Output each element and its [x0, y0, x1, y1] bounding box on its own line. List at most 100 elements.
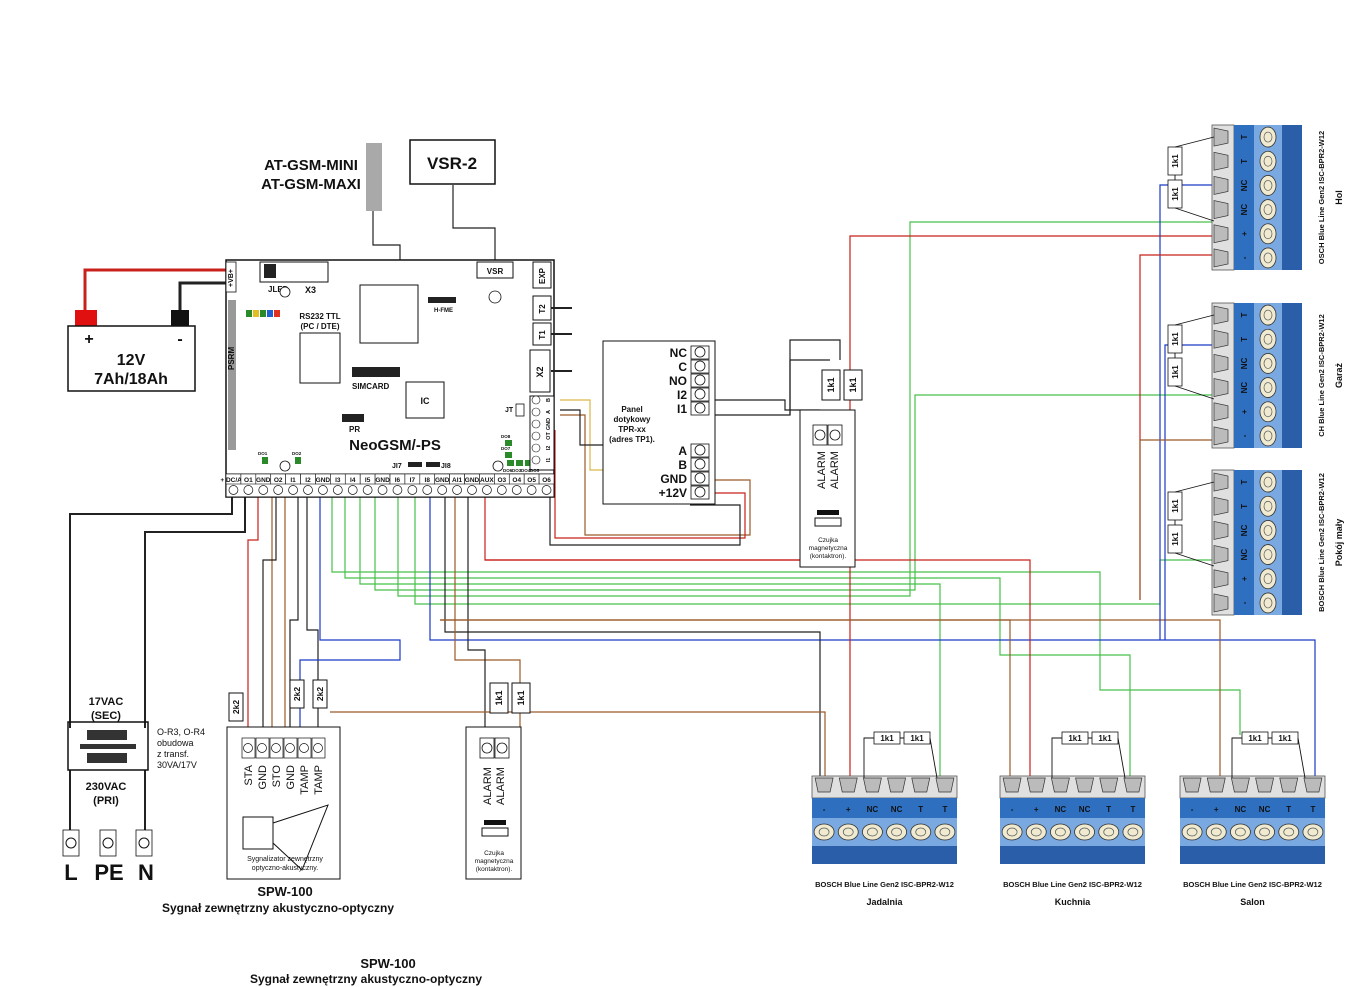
detector-term-label: T [918, 805, 923, 814]
panel-terminal-label: I7 [410, 477, 416, 484]
panel-terminal-label: I4 [350, 477, 356, 484]
detector-term-label: T [1240, 480, 1249, 485]
detector-model: BOSCH Blue Line Gen2 ISC-BPR2-W12 [1317, 473, 1326, 612]
touch-panel-term-screw [694, 472, 706, 484]
panel-terminal-screw [496, 485, 507, 495]
side-terminal-screw [531, 419, 541, 429]
battery-plus: + [84, 331, 93, 348]
panel-terminal-label: O6 [542, 477, 551, 484]
detector-resistor-label: 1k1 [1068, 734, 1082, 743]
detector-screw [1302, 823, 1324, 841]
panel-terminal-label: GND [316, 477, 331, 484]
panel-terminal-screw [422, 485, 433, 495]
detector-term-label: NC [1240, 179, 1249, 191]
panel-terminal-screw [482, 485, 492, 495]
detector-jaw [1182, 777, 1202, 793]
panel-terminal-screw [452, 485, 462, 495]
detector-term-label: NC [891, 805, 903, 814]
siren-term-label: STO [271, 765, 283, 788]
contact-bottom-desc-2: magnetyczna [475, 858, 514, 865]
detector-screw [837, 823, 859, 841]
detector-jaw [1213, 175, 1229, 195]
panel-terminal-screw [526, 485, 537, 495]
t2-label: T2 [538, 304, 547, 314]
panel-terminal-label: GND [465, 477, 480, 484]
touch-panel-term-screw [694, 346, 706, 358]
detector-right: T T NC NC + - CH Blue Line Gen2 ISC-BPR2-W12 Ga… [1167, 302, 1344, 449]
side-terminal-screw [531, 455, 541, 465]
panel-terminal-screw [243, 485, 254, 495]
detector-term-label: T [1240, 504, 1249, 509]
pr-label: PR [349, 425, 360, 434]
panel-terminal-screw [273, 485, 284, 495]
battery-minus: - [177, 331, 182, 348]
vbat-label: +VB+ [228, 269, 235, 287]
panel-terminal-label: GND [375, 477, 390, 484]
detector-base [1000, 846, 1145, 864]
ji8-label: JI8 [441, 463, 451, 470]
panel-terminal-screw [437, 485, 448, 495]
detector-term-label: NC [1240, 382, 1249, 394]
detector-screw [1278, 823, 1300, 841]
touch-panel-term-screw [694, 458, 706, 470]
detector-term-label: T [1310, 805, 1315, 814]
detector-jaw [1123, 777, 1143, 793]
detector-screw [1259, 247, 1277, 269]
panel-terminal-label: I2 [305, 477, 311, 484]
touch-panel-term-label: A [678, 444, 687, 458]
siren-term-label: TAMP [299, 765, 311, 795]
transformer: 17VAC (SEC) 230VAC (PRI) O-R3, O-R4 obud… [67, 696, 205, 807]
siren-caption-1: SPW-100 [257, 884, 312, 899]
detector-screw [1259, 495, 1277, 517]
detector-right: T T NC NC + - OSCH Blue Line Gen2 ISC-BPR2-W12… [1167, 124, 1344, 271]
detector-screw [1259, 568, 1277, 590]
siren-term-screw [313, 743, 323, 753]
detector-term-label: NC [1055, 805, 1067, 814]
wiring-diagram: AT-GSM-MINI AT-GSM-MAXI VSR-2 + - 12V 7A… [62, 124, 1344, 986]
detector-jaw [1213, 353, 1229, 373]
detector-jaws [1211, 469, 1235, 616]
bottom-caption-1: SPW-100 [360, 956, 415, 971]
touch-panel-term-label: GND [660, 472, 687, 486]
contact-bottom-alarm-2: ALARM [495, 767, 507, 805]
detector-term-label: NC [1240, 524, 1249, 536]
detector-screw [1259, 199, 1277, 220]
x3-label: X3 [305, 285, 316, 295]
panel-terminal-screw [332, 485, 343, 495]
vsr2-module: VSR-2 [409, 139, 496, 185]
side-terminal-screw [531, 395, 541, 405]
detector-screw [1259, 126, 1277, 148]
detector-jaw [1050, 777, 1070, 793]
detectors-right: T T NC NC + - OSCH Blue Line Gen2 ISC-BPR2-W12… [1167, 124, 1344, 616]
touch-panel-term-label: NO [669, 374, 687, 388]
detector-resistor-label: 1k1 [1171, 532, 1180, 546]
detector-screw [862, 823, 883, 841]
detector-resistor-label: 1k1 [1171, 332, 1180, 346]
detector-jaws [999, 775, 1146, 799]
detector-screw [1259, 304, 1277, 326]
detector-term-label: + [846, 805, 851, 814]
detector-base [812, 846, 957, 864]
touch-panel: NCCNOI2I1 ABGND+12V Panel dotykowy TPR-x… [602, 340, 716, 505]
panel-terminal-label: O3 [497, 477, 506, 484]
detector-screw [1259, 353, 1277, 374]
gsm-label-1: AT-GSM-MINI [264, 157, 358, 174]
touch-panel-term-screw [694, 360, 706, 372]
detector-jaw [1213, 305, 1229, 325]
do-label: DO1 [258, 451, 268, 456]
do-label: DO8 [501, 434, 511, 439]
detector-resistor-label: 1k1 [880, 734, 894, 743]
detector-term-label: NC [1240, 357, 1249, 369]
do-label: DO5 [530, 468, 540, 473]
vsr2-label: VSR-2 [427, 154, 477, 173]
detector-room: Hol [1334, 190, 1344, 205]
exp-label: EXP [538, 267, 547, 284]
touch-panel-term-label: B [678, 458, 687, 472]
detector-jaw [1213, 200, 1229, 220]
contact-top-resistor-1: 1k1 [826, 377, 836, 392]
simcard-label: SIMCARD [352, 382, 390, 391]
antenna-icon [366, 143, 382, 211]
panel-terminal-screw [258, 485, 269, 495]
detector-term-label: T [1106, 805, 1111, 814]
detector-screw [1254, 823, 1275, 841]
